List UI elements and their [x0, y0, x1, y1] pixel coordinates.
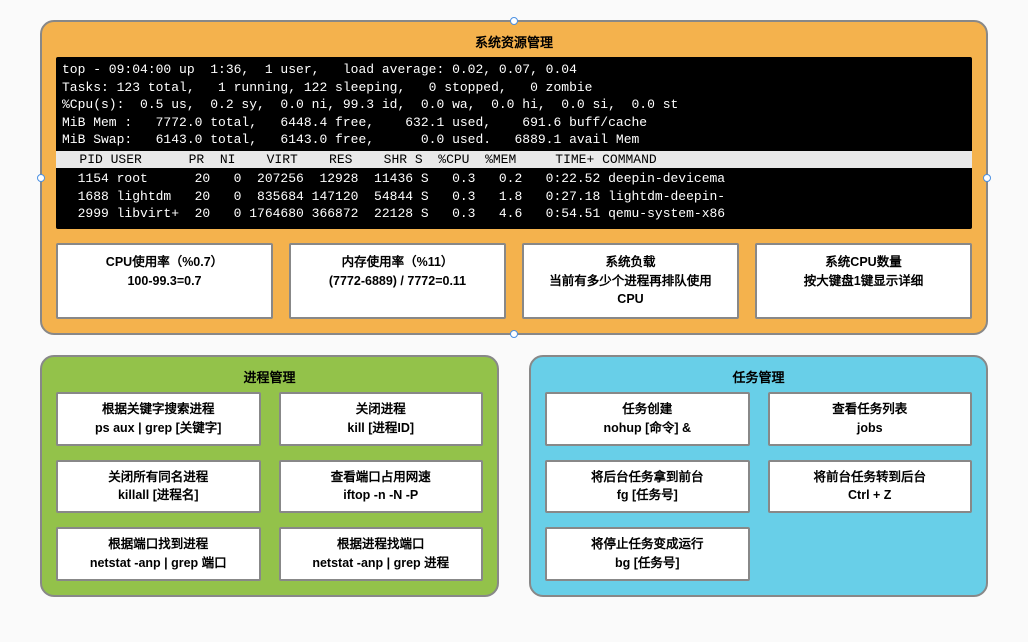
- card-title: 系统负载: [530, 253, 731, 272]
- cmd-text: bg [任务号]: [551, 554, 744, 573]
- system-info-cards: CPU使用率（%0.7） 100-99.3=0.7 内存使用率（%11） (77…: [56, 243, 972, 319]
- process-card: 关闭所有同名进程 killall [进程名]: [56, 460, 261, 514]
- task-panel-title: 任务管理: [545, 367, 972, 386]
- process-panel-title: 进程管理: [56, 367, 483, 386]
- term-line: MiB Mem : 7772.0 total, 6448.4 free, 632…: [62, 115, 647, 130]
- process-card: 根据进程找端口 netstat -anp | grep 进程: [279, 527, 484, 581]
- system-panel-title: 系统资源管理: [56, 32, 972, 51]
- top-terminal-output: top - 09:04:00 up 1:36, 1 user, load ave…: [56, 57, 972, 229]
- card-detail: 当前有多少个进程再排队使用: [530, 272, 731, 291]
- task-card: 任务创建 nohup [命令] &: [545, 392, 750, 446]
- process-panel: 进程管理 根据关键字搜索进程 ps aux | grep [关键字] 关闭进程 …: [40, 355, 499, 597]
- term-process-row: 1688 lightdm 20 0 835684 147120 54844 S …: [62, 189, 725, 204]
- task-cmd-grid: 任务创建 nohup [命令] & 查看任务列表 jobs 将后台任务拿到前台 …: [545, 392, 972, 581]
- cmd-text: iftop -n -N -P: [285, 486, 478, 505]
- process-card: 根据端口找到进程 netstat -anp | grep 端口: [56, 527, 261, 581]
- term-line: Tasks: 123 total, 1 running, 122 sleepin…: [62, 80, 593, 95]
- card-detail: CPU: [530, 290, 731, 309]
- cmd-label: 将前台任务转到后台: [774, 468, 967, 487]
- term-process-row: 1154 root 20 0 207256 12928 11436 S 0.3 …: [62, 171, 725, 186]
- task-card: 查看任务列表 jobs: [768, 392, 973, 446]
- task-card: 将前台任务转到后台 Ctrl + Z: [768, 460, 973, 514]
- system-resource-panel: 系统资源管理 top - 09:04:00 up 1:36, 1 user, l…: [40, 20, 988, 335]
- cmd-label: 根据关键字搜索进程: [62, 400, 255, 419]
- cmd-text: jobs: [774, 419, 967, 438]
- selection-handle: [983, 174, 991, 182]
- term-line: %Cpu(s): 0.5 us, 0.2 sy, 0.0 ni, 99.3 id…: [62, 97, 678, 112]
- load-card: 系统负载 当前有多少个进程再排队使用 CPU: [522, 243, 739, 319]
- cmd-label: 将停止任务变成运行: [551, 535, 744, 554]
- process-card: 查看端口占用网速 iftop -n -N -P: [279, 460, 484, 514]
- card-title: CPU使用率（%0.7）: [64, 253, 265, 272]
- term-line: MiB Swap: 6143.0 total, 6143.0 free, 0.0…: [62, 132, 639, 147]
- card-detail: 100-99.3=0.7: [64, 272, 265, 291]
- cmd-label: 任务创建: [551, 400, 744, 419]
- process-card: 根据关键字搜索进程 ps aux | grep [关键字]: [56, 392, 261, 446]
- cmd-label: 将后台任务拿到前台: [551, 468, 744, 487]
- term-line: top - 09:04:00 up 1:36, 1 user, load ave…: [62, 62, 577, 77]
- term-process-header: PID USER PR NI VIRT RES SHR S %CPU %MEM …: [56, 151, 972, 169]
- task-empty-slot: [768, 527, 973, 581]
- cmd-label: 根据进程找端口: [285, 535, 478, 554]
- cmd-label: 关闭进程: [285, 400, 478, 419]
- selection-handle: [37, 174, 45, 182]
- cmd-text: nohup [命令] &: [551, 419, 744, 438]
- selection-handle: [510, 330, 518, 338]
- process-cmd-grid: 根据关键字搜索进程 ps aux | grep [关键字] 关闭进程 kill …: [56, 392, 483, 581]
- card-title: 内存使用率（%11）: [297, 253, 498, 272]
- cmd-label: 关闭所有同名进程: [62, 468, 255, 487]
- task-card: 将停止任务变成运行 bg [任务号]: [545, 527, 750, 581]
- cmd-label: 根据端口找到进程: [62, 535, 255, 554]
- process-card: 关闭进程 kill [进程ID]: [279, 392, 484, 446]
- cmd-text: netstat -anp | grep 端口: [62, 554, 255, 573]
- cmd-text: Ctrl + Z: [774, 486, 967, 505]
- task-card: 将后台任务拿到前台 fg [任务号]: [545, 460, 750, 514]
- cmd-text: kill [进程ID]: [285, 419, 478, 438]
- cpu-usage-card: CPU使用率（%0.7） 100-99.3=0.7: [56, 243, 273, 319]
- cmd-label: 查看端口占用网速: [285, 468, 478, 487]
- cmd-text: ps aux | grep [关键字]: [62, 419, 255, 438]
- cmd-text: netstat -anp | grep 进程: [285, 554, 478, 573]
- cmd-text: fg [任务号]: [551, 486, 744, 505]
- mem-usage-card: 内存使用率（%11） (7772-6889) / 7772=0.11: [289, 243, 506, 319]
- card-title: 系统CPU数量: [763, 253, 964, 272]
- cmd-label: 查看任务列表: [774, 400, 967, 419]
- term-process-row: 2999 libvirt+ 20 0 1764680 366872 22128 …: [62, 206, 725, 221]
- card-detail: 按大键盘1键显示详细: [763, 272, 964, 291]
- card-detail: (7772-6889) / 7772=0.11: [297, 272, 498, 291]
- task-panel: 任务管理 任务创建 nohup [命令] & 查看任务列表 jobs 将后台任务…: [529, 355, 988, 597]
- cmd-text: killall [进程名]: [62, 486, 255, 505]
- bottom-panels: 进程管理 根据关键字搜索进程 ps aux | grep [关键字] 关闭进程 …: [40, 355, 988, 597]
- selection-handle: [510, 17, 518, 25]
- cpu-count-card: 系统CPU数量 按大键盘1键显示详细: [755, 243, 972, 319]
